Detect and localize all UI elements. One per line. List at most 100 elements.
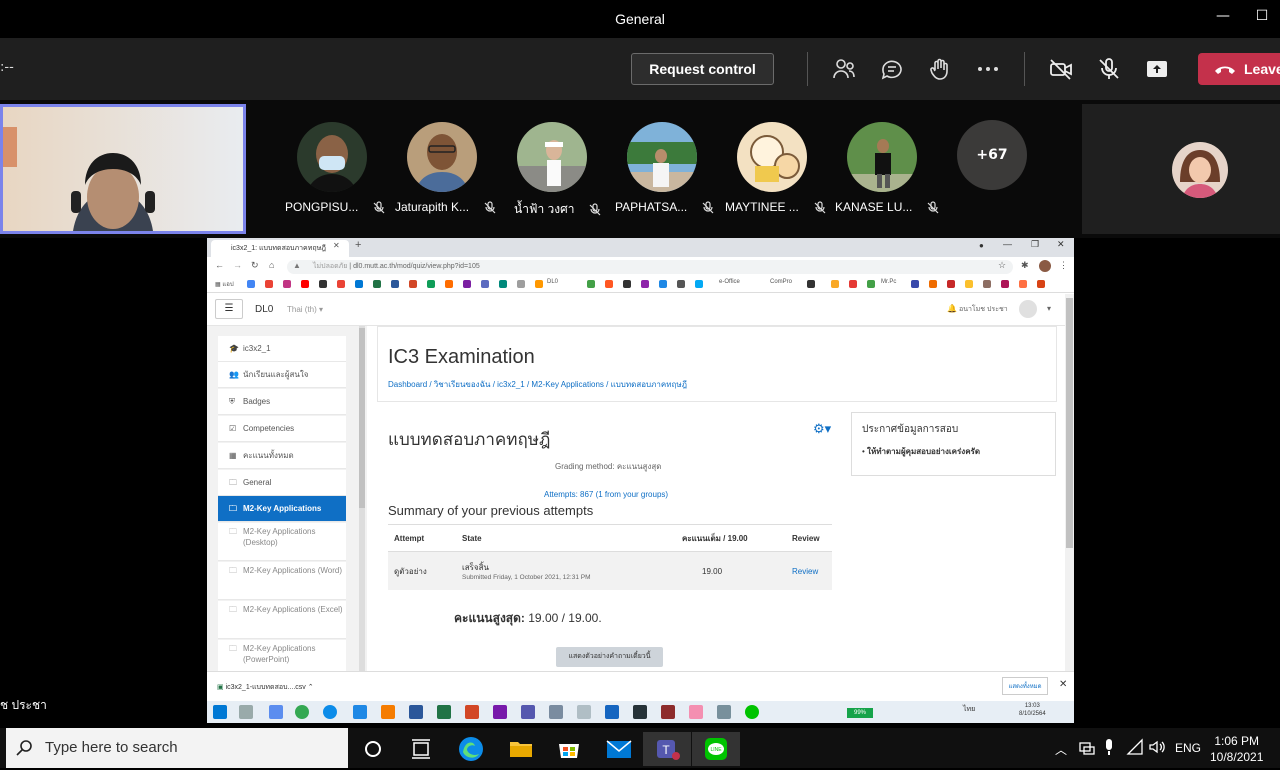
maximize-icon[interactable]: ☐ xyxy=(1250,8,1274,30)
more-participants-button[interactable]: +67 xyxy=(957,120,1027,190)
volume-icon[interactable] xyxy=(1148,738,1166,760)
bookmark-icon[interactable] xyxy=(373,280,381,288)
bookmark-icon[interactable] xyxy=(391,280,399,288)
minimize-icon[interactable]: — xyxy=(1003,239,1012,249)
raise-hand-icon[interactable] xyxy=(927,56,953,82)
profile-icon[interactable]: ● xyxy=(979,241,984,250)
teams-icon[interactable] xyxy=(521,705,535,719)
bookmark-mrpc[interactable]: Mr.Pc xyxy=(881,279,896,285)
bookmark-icon[interactable] xyxy=(463,280,471,288)
bookmark-icon[interactable] xyxy=(301,280,309,288)
nav-item[interactable]: ▦ คะแนนทั้งหมด xyxy=(218,443,346,469)
app-icon[interactable] xyxy=(633,705,647,719)
nav-item[interactable]: 🗀 M2-Key Applications (Desktop) xyxy=(218,523,346,561)
bookmark-icon[interactable] xyxy=(355,280,363,288)
chevron-up-icon[interactable]: ︿ xyxy=(1055,741,1067,758)
bookmark-icon[interactable] xyxy=(831,280,839,288)
address-bar[interactable]: ไม่ปลอดภัย | dl0.mutt.ac.th/mod/quiz/vie… xyxy=(287,260,1013,274)
bookmark-icon[interactable] xyxy=(499,280,507,288)
bookmark-icon[interactable] xyxy=(427,280,435,288)
bookmark-icon[interactable] xyxy=(517,280,525,288)
bookmark-icon[interactable] xyxy=(623,280,631,288)
forward-icon[interactable]: → xyxy=(233,260,242,270)
extensions-icon[interactable]: ✱ xyxy=(1021,260,1029,271)
excel-icon[interactable] xyxy=(437,705,451,719)
restore-icon[interactable]: ❐ xyxy=(1031,239,1039,250)
bookmark-compro[interactable]: ComPro xyxy=(770,279,792,285)
line-icon[interactable] xyxy=(745,705,759,719)
bookmark-icon[interactable] xyxy=(481,280,489,288)
bookmark-icon[interactable] xyxy=(283,280,291,288)
input-language[interactable]: ENG xyxy=(1175,741,1201,755)
chat-icon[interactable] xyxy=(879,56,905,82)
powerpoint-icon[interactable] xyxy=(465,705,479,719)
close-icon[interactable]: ✕ xyxy=(1057,239,1065,250)
line-icon[interactable]: LINE xyxy=(692,732,740,766)
bell-icon[interactable]: 🔔 xyxy=(947,304,957,313)
app-icon[interactable] xyxy=(269,705,283,719)
bookmark-icon[interactable] xyxy=(445,280,453,288)
close-icon[interactable]: ✕ xyxy=(1059,679,1067,690)
nav-item[interactable]: ☑ Competencies xyxy=(218,416,346,442)
search-icon[interactable] xyxy=(239,705,253,719)
bookmark-icon[interactable] xyxy=(1019,280,1027,288)
nav-item[interactable]: ⛨ Badges xyxy=(218,389,346,415)
bookmark-icon[interactable] xyxy=(807,280,815,288)
mic-off-icon[interactable] xyxy=(1096,56,1122,82)
nav-item[interactable]: 🗀 M2-Key Applications (Excel) xyxy=(218,601,346,639)
bookmark-eoffice[interactable]: e-Office xyxy=(719,279,740,285)
wifi-icon[interactable] xyxy=(1126,738,1144,760)
windows-icon[interactable] xyxy=(213,705,227,719)
minimize-icon[interactable]: — xyxy=(1211,8,1235,30)
bookmark-icon[interactable] xyxy=(641,280,649,288)
bookmark-icon[interactable] xyxy=(911,280,919,288)
bookmark-icon[interactable] xyxy=(659,280,667,288)
app-icon[interactable] xyxy=(689,705,703,719)
app-icon[interactable] xyxy=(717,705,731,719)
attempts-link[interactable]: Attempts: 867 (1 from your groups) xyxy=(544,490,668,499)
bookmark-icon[interactable] xyxy=(409,280,417,288)
participant-avatar[interactable] xyxy=(517,122,587,192)
reload-icon[interactable]: ↻ xyxy=(251,260,259,271)
bookmark-dl0[interactable]: DL0 xyxy=(547,279,558,285)
preview-quiz-button[interactable]: แสดงตัวอย่างคำถามเดี๋ยวนี้ xyxy=(556,647,663,667)
drawer-scroll-thumb[interactable] xyxy=(359,328,365,508)
bookmark-icon[interactable] xyxy=(605,280,613,288)
request-control-button[interactable]: Request control xyxy=(631,53,774,85)
show-all-button[interactable]: แสดงทั้งหมด xyxy=(1002,677,1048,695)
bookmark-icon[interactable] xyxy=(947,280,955,288)
participant-avatar[interactable] xyxy=(407,122,477,192)
avatar[interactable] xyxy=(1019,300,1037,318)
onenote-icon[interactable] xyxy=(493,705,507,719)
gear-icon[interactable]: ⚙▾ xyxy=(813,421,831,437)
bookmark-apps[interactable]: ▦ แอป xyxy=(215,279,234,289)
bookmark-icon[interactable] xyxy=(1037,280,1045,288)
file-explorer-icon[interactable] xyxy=(497,732,545,766)
avatar[interactable] xyxy=(1039,260,1051,272)
participant-avatar[interactable] xyxy=(847,122,917,192)
bookmark-icon[interactable] xyxy=(983,280,991,288)
microphone-icon[interactable] xyxy=(1102,738,1116,760)
bookmark-icon[interactable] xyxy=(695,280,703,288)
cortana-icon[interactable] xyxy=(349,732,397,766)
search-input[interactable]: Type here to search xyxy=(6,728,348,768)
close-tab-icon[interactable]: ✕ xyxy=(333,241,340,250)
nav-item[interactable]: 🗀 M2-Key Applications (Word) xyxy=(218,562,346,600)
app-icon[interactable] xyxy=(661,705,675,719)
page-scroll-thumb[interactable] xyxy=(1066,298,1073,548)
home-icon[interactable]: ⌂ xyxy=(269,260,274,270)
chrome-icon[interactable] xyxy=(295,705,309,719)
word-icon[interactable] xyxy=(409,705,423,719)
bookmark-icon[interactable] xyxy=(265,280,273,288)
more-options-icon[interactable] xyxy=(975,56,1001,82)
site-brand[interactable]: DL0 xyxy=(255,304,273,315)
mail-icon[interactable] xyxy=(595,732,643,766)
participant-avatar[interactable] xyxy=(1172,142,1228,198)
download-item[interactable]: ▣ ic3x2_1-แบบทดสอบ....csv ⌃ xyxy=(217,682,314,693)
bookmark-icon[interactable] xyxy=(319,280,327,288)
bookmark-icon[interactable] xyxy=(535,280,543,288)
review-link[interactable]: Review xyxy=(786,551,832,590)
browser-tab[interactable]: ic3x2_1: แบบทดสอบภาคทฤษฎี xyxy=(211,240,349,257)
people-icon[interactable] xyxy=(831,56,857,82)
share-screen-icon[interactable] xyxy=(1144,56,1170,82)
